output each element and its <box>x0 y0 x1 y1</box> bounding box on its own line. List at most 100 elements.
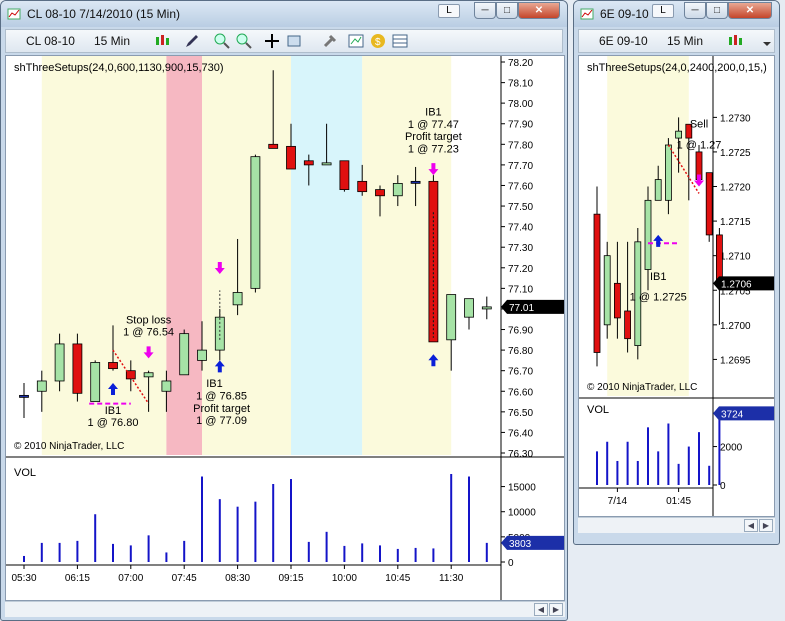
price-tick-label: 77.20 <box>508 264 533 275</box>
title-bar[interactable]: CL 08-10 7/14/2010 (15 Min) L ─ □ ✕ <box>1 1 567 27</box>
interval-selector[interactable]: 15 Min <box>94 34 130 48</box>
candle-body <box>303 160 314 166</box>
price-tick-label: 1.2710 <box>720 252 751 263</box>
price-chart-panel[interactable]: 78.20 78.10 78.00 77.90 77.80 77.70 77.60 77.50… <box>5 55 565 601</box>
candle-body <box>392 183 403 197</box>
time-tick-label: 10:00 <box>332 573 357 584</box>
ib-label: 1 @ 77.47 <box>408 119 459 131</box>
sell-label: Sell <box>690 119 708 131</box>
price-tick-label: 1.2715 <box>720 217 751 228</box>
candle-body <box>143 372 154 378</box>
maximize-button[interactable]: □ <box>706 2 728 19</box>
cl-chart-svg[interactable]: 78.20 78.10 78.00 77.90 77.80 77.70 77.60 77.50… <box>6 56 564 600</box>
price-tick-label: 1.2720 <box>720 183 751 194</box>
candle-body <box>36 380 47 392</box>
ib-label: 1 @ 76.85 <box>196 390 247 402</box>
candle-body <box>232 292 243 306</box>
candle-body <box>339 160 350 190</box>
minimize-button[interactable]: ─ <box>474 2 496 19</box>
ib-label: IB1 <box>650 271 667 283</box>
scroll-right-button[interactable]: ▶ <box>759 519 773 532</box>
price-tick-label: 77.50 <box>508 202 533 213</box>
time-tick-label: 07:45 <box>172 573 197 584</box>
price-tick-label: 78.00 <box>508 99 533 110</box>
candle-body <box>675 130 682 139</box>
candle-body <box>654 179 662 201</box>
last-price-label: 77.01 <box>509 303 534 314</box>
price-tick-label: 76.30 <box>508 449 533 460</box>
bar-chart-icon[interactable] <box>154 33 170 49</box>
time-tick-label: 07:00 <box>118 573 143 584</box>
zoom-out-icon[interactable] <box>236 33 252 49</box>
price-tick-label: 76.50 <box>508 408 533 419</box>
interval-selector[interactable]: 15 Min <box>667 34 703 48</box>
instrument-selector[interactable]: CL 08-10 <box>26 34 75 48</box>
table-icon[interactable] <box>392 33 408 49</box>
candle-body <box>614 282 621 319</box>
candle-body <box>715 234 723 284</box>
last-price-label: 1.2706 <box>721 279 752 290</box>
maximize-button[interactable]: □ <box>496 2 518 19</box>
indicator-label: shThreeSetups(24,0,2400,200,0,15,) <box>587 62 767 74</box>
last-volume-label: 3803 <box>509 539 532 550</box>
bar-chart-icon[interactable] <box>727 33 743 49</box>
properties-icon[interactable] <box>286 33 302 49</box>
price-chart-panel[interactable]: 1.2730 1.2725 1.2720 1.2715 1.2710 1.2705 1.27… <box>578 55 775 517</box>
horizontal-scrollbar[interactable]: ◀ ▶ <box>578 517 775 533</box>
last-volume-label: 3724 <box>721 409 744 420</box>
close-button[interactable]: ✕ <box>728 2 772 19</box>
scroll-right-button[interactable]: ▶ <box>549 603 563 616</box>
price-tick-label: 77.90 <box>508 120 533 131</box>
candle-body <box>286 145 296 170</box>
time-tick-label: 06:15 <box>65 573 90 584</box>
scroll-left-button[interactable]: ◀ <box>744 519 758 532</box>
candle-body <box>464 298 474 318</box>
svg-text:$: $ <box>375 37 381 48</box>
close-button[interactable]: ✕ <box>518 2 560 19</box>
hammer-icon[interactable] <box>322 33 338 49</box>
link-button[interactable]: L <box>438 4 460 18</box>
candle-body <box>90 362 101 402</box>
candle-body <box>603 255 611 326</box>
volume-tick-label: 2000 <box>720 443 743 454</box>
candle-body <box>375 189 385 197</box>
price-tick-label: 78.20 <box>508 58 533 69</box>
chart-icon[interactable] <box>348 33 364 49</box>
time-tick-label: 10:45 <box>385 573 410 584</box>
ib-label: 1 @ 1.2725 <box>630 292 687 304</box>
instrument-selector[interactable]: 6E 09-10 <box>599 34 648 48</box>
horizontal-scrollbar[interactable]: ◀ ▶ <box>5 601 565 617</box>
price-tick-label: 77.10 <box>508 284 533 295</box>
exit-arrow-icon <box>694 174 704 187</box>
6e-chart-svg[interactable]: 1.27301.27251.27201.27151.27101.27051.27… <box>579 56 774 516</box>
candle-body <box>481 306 492 310</box>
candle-body <box>665 144 672 201</box>
candle-body <box>268 143 279 149</box>
price-tick-label: 76.70 <box>508 367 533 378</box>
sell-label: 1 @ 1.27 <box>677 139 722 151</box>
stop-loss-label: Stop loss <box>126 314 172 326</box>
time-tick-label: 01:45 <box>666 496 691 507</box>
price-tick-label: 77.40 <box>508 223 533 234</box>
price-tick-label: 1.2725 <box>720 148 751 159</box>
title-bar[interactable]: 6E 09-10 L ─ □ ✕ <box>574 1 779 27</box>
dollar-icon[interactable]: $ <box>370 33 386 49</box>
time-tick-label: 05:30 <box>11 573 36 584</box>
session-zone <box>41 56 167 455</box>
time-tick-label: 11:30 <box>439 573 464 584</box>
pencil-icon[interactable] <box>184 33 200 49</box>
zoom-in-icon[interactable] <box>214 33 230 49</box>
candle-body <box>624 310 631 340</box>
price-tick-label: 76.40 <box>508 428 533 439</box>
price-tick-label: 1.2700 <box>720 321 751 332</box>
indicator-label: shThreeSetups(24,0,600,1130,900,15,730) <box>14 62 224 74</box>
scroll-left-button[interactable]: ◀ <box>534 603 548 616</box>
candle-body <box>197 349 207 361</box>
link-button[interactable]: L <box>652 4 674 18</box>
price-tick-label: 77.30 <box>508 243 533 254</box>
crosshair-icon[interactable] <box>264 33 280 49</box>
volume-label: VOL <box>587 404 609 416</box>
minimize-button[interactable]: ─ <box>684 2 706 19</box>
chevron-down-icon[interactable] <box>761 33 773 49</box>
price-tick-label: 76.90 <box>508 326 533 337</box>
